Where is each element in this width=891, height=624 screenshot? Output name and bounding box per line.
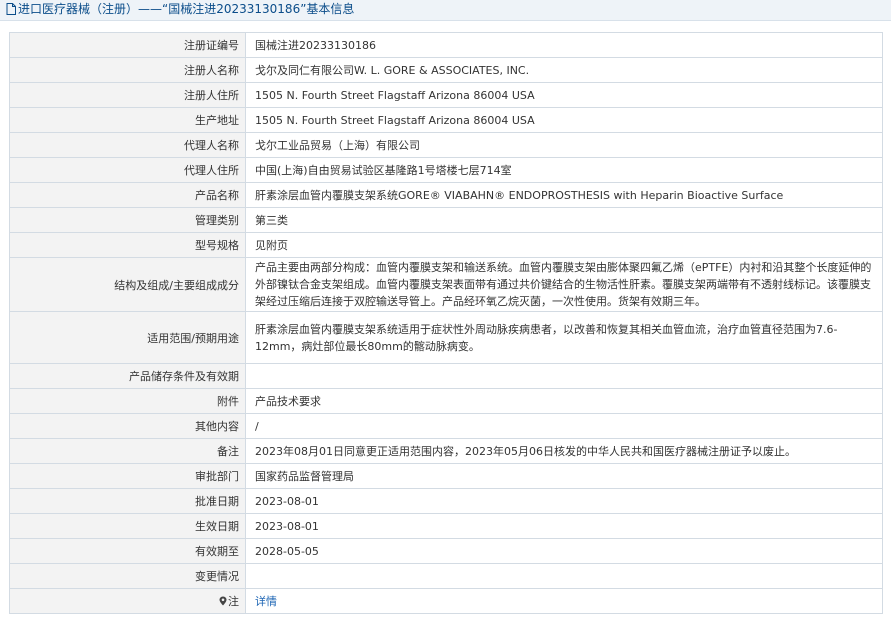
table-row: 适用范围/预期用途 肝素涂层血管内覆膜支架系统适用于症状性外周动脉疾病患者，以改… bbox=[9, 311, 883, 364]
table-row: 代理人住所 中国(上海)自由贸易试验区基隆路1号塔楼七层714室 bbox=[9, 157, 883, 183]
row-value: 2023-08-01 bbox=[245, 488, 883, 514]
row-value bbox=[245, 563, 883, 589]
table-row: 变更情况 bbox=[9, 563, 883, 589]
row-value: 国家药品监督管理局 bbox=[245, 463, 883, 489]
page-title: 进口医疗器械（注册）——“国械注进20233130186”基本信息 bbox=[18, 2, 355, 16]
row-label: 适用范围/预期用途 bbox=[9, 311, 246, 364]
row-value: 2023-08-01 bbox=[245, 513, 883, 539]
row-value: 2023年08月01日同意更正适用范围内容，2023年05月06日核发的中华人民… bbox=[245, 438, 883, 464]
row-label: 代理人住所 bbox=[9, 157, 246, 183]
row-value: 产品技术要求 bbox=[245, 388, 883, 414]
row-value: 详情 bbox=[245, 588, 883, 614]
row-label: 有效期至 bbox=[9, 538, 246, 564]
row-label: 备注 bbox=[9, 438, 246, 464]
row-value: 国械注进20233130186 bbox=[245, 32, 883, 58]
row-label: 生产地址 bbox=[9, 107, 246, 133]
table-row: 注册人住所 1505 N. Fourth Street Flagstaff Ar… bbox=[9, 82, 883, 108]
table-row: 其他内容 / bbox=[9, 413, 883, 439]
info-table: 注册证编号 国械注进20233130186 注册人名称 戈尔及同仁有限公司W. … bbox=[9, 32, 883, 614]
table-row: 有效期至 2028-05-05 bbox=[9, 538, 883, 564]
table-row: 生产地址 1505 N. Fourth Street Flagstaff Ari… bbox=[9, 107, 883, 133]
row-label: 管理类别 bbox=[9, 207, 246, 233]
note-label: 注 bbox=[228, 595, 239, 608]
row-label: 批准日期 bbox=[9, 488, 246, 514]
row-value: 肝素涂层血管内覆膜支架系统GORE® VIABAHN® ENDOPROSTHES… bbox=[245, 182, 883, 208]
row-label: 产品储存条件及有效期 bbox=[9, 363, 246, 389]
row-label: 其他内容 bbox=[9, 413, 246, 439]
row-value: / bbox=[245, 413, 883, 439]
table-row: 产品名称 肝素涂层血管内覆膜支架系统GORE® VIABAHN® ENDOPRO… bbox=[9, 182, 883, 208]
table-row: 注册证编号 国械注进20233130186 bbox=[9, 32, 883, 58]
row-label: 型号规格 bbox=[9, 232, 246, 258]
row-value: 中国(上海)自由贸易试验区基隆路1号塔楼七层714室 bbox=[245, 157, 883, 183]
table-row: 管理类别 第三类 bbox=[9, 207, 883, 233]
table-row: 备注 2023年08月01日同意更正适用范围内容，2023年05月06日核发的中… bbox=[9, 438, 883, 464]
row-value bbox=[245, 363, 883, 389]
table-row: 注册人名称 戈尔及同仁有限公司W. L. GORE & ASSOCIATES, … bbox=[9, 57, 883, 83]
table-row: 批准日期 2023-08-01 bbox=[9, 488, 883, 514]
row-value: 肝素涂层血管内覆膜支架系统适用于症状性外周动脉疾病患者，以改善和恢复其相关血管血… bbox=[245, 311, 883, 364]
row-label: 注册人名称 bbox=[9, 57, 246, 83]
row-value: 第三类 bbox=[245, 207, 883, 233]
row-label: 代理人名称 bbox=[9, 132, 246, 158]
row-label: 附件 bbox=[9, 388, 246, 414]
row-label: 产品名称 bbox=[9, 182, 246, 208]
details-link[interactable]: 详情 bbox=[255, 595, 277, 608]
row-value: 戈尔及同仁有限公司W. L. GORE & ASSOCIATES, INC. bbox=[245, 57, 883, 83]
row-value: 1505 N. Fourth Street Flagstaff Arizona … bbox=[245, 107, 883, 133]
row-label: 注册人住所 bbox=[9, 82, 246, 108]
table-row: 注 详情 bbox=[9, 588, 883, 614]
table-row: 结构及组成/主要组成成分 产品主要由两部分构成：血管内覆膜支架和输送系统。血管内… bbox=[9, 257, 883, 312]
table-row: 生效日期 2023-08-01 bbox=[9, 513, 883, 539]
row-value: 产品主要由两部分构成：血管内覆膜支架和输送系统。血管内覆膜支架由膨体聚四氟乙烯（… bbox=[245, 257, 883, 312]
page-title-bar: 进口医疗器械（注册）——“国械注进20233130186”基本信息 bbox=[0, 0, 891, 21]
table-row: 产品储存条件及有效期 bbox=[9, 363, 883, 389]
row-label: 生效日期 bbox=[9, 513, 246, 539]
row-label: 结构及组成/主要组成成分 bbox=[9, 257, 246, 312]
row-value: 戈尔工业品贸易（上海）有限公司 bbox=[245, 132, 883, 158]
row-label: 变更情况 bbox=[9, 563, 246, 589]
row-value: 1505 N. Fourth Street Flagstaff Arizona … bbox=[245, 82, 883, 108]
row-label: 注册证编号 bbox=[9, 32, 246, 58]
row-label: 审批部门 bbox=[9, 463, 246, 489]
document-icon bbox=[6, 3, 16, 15]
table-row: 审批部门 国家药品监督管理局 bbox=[9, 463, 883, 489]
row-value: 2028-05-05 bbox=[245, 538, 883, 564]
row-value: 见附页 bbox=[245, 232, 883, 258]
pin-icon bbox=[219, 596, 227, 606]
table-row: 代理人名称 戈尔工业品贸易（上海）有限公司 bbox=[9, 132, 883, 158]
row-label-note: 注 bbox=[9, 588, 246, 614]
table-row: 型号规格 见附页 bbox=[9, 232, 883, 258]
table-row: 附件 产品技术要求 bbox=[9, 388, 883, 414]
